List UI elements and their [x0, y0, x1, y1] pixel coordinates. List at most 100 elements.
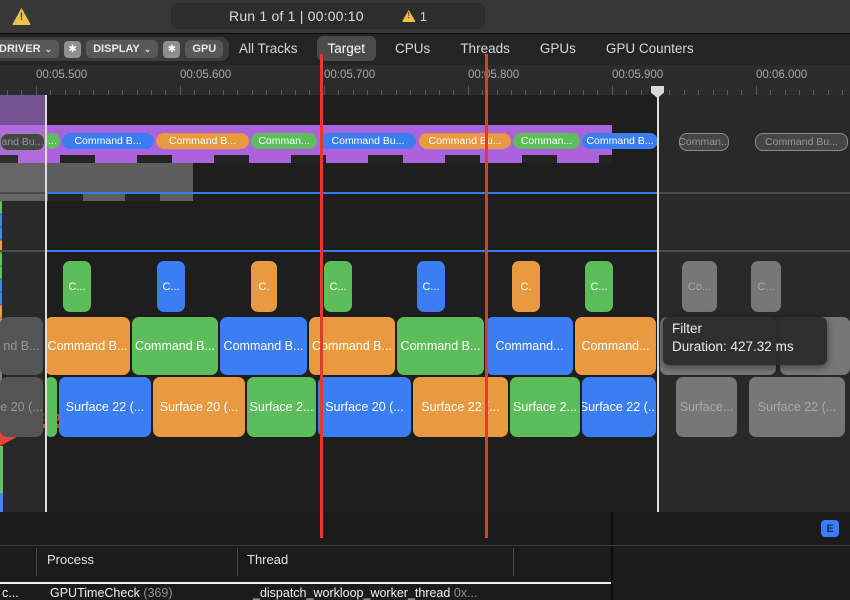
- thread-column-header[interactable]: Thread: [247, 552, 288, 567]
- display-dropdown[interactable]: DISPLAY ⌄: [86, 40, 158, 58]
- tab-all-tracks[interactable]: All Tracks: [228, 36, 309, 61]
- encoder-block[interactable]: Co...: [682, 261, 717, 312]
- run-warning-group[interactable]: ! 1: [402, 9, 427, 24]
- filter-tooltip: FilterDuration: 427.32 ms: [663, 317, 827, 365]
- process-column-header[interactable]: Process: [47, 552, 94, 567]
- warning-count: 1: [420, 9, 427, 24]
- warning-exclamation: !: [402, 11, 416, 20]
- ruler-tick: [612, 86, 613, 95]
- row-prefix: c...: [2, 586, 19, 600]
- command-buffer-block[interactable]: Command B...: [132, 317, 218, 375]
- gpu-label: GPU: [192, 43, 216, 55]
- command-buffer-block[interactable]: Command...: [575, 317, 656, 375]
- track-scope-tabs: All TracksTargetCPUsThreadsGPUsGPU Count…: [228, 36, 705, 61]
- encoder-block[interactable]: C...: [417, 261, 445, 312]
- command-buffer-pill[interactable]: and Bu...: [0, 133, 45, 151]
- vsync-line: [45, 192, 657, 194]
- vsync-line: [45, 250, 657, 252]
- driver-dropdown[interactable]: DRIVER ⌄: [0, 40, 59, 58]
- surface-block[interactable]: Surface 2...: [247, 377, 316, 437]
- surface-block[interactable]: Surface 2...: [510, 377, 580, 437]
- display-label: DISPLAY: [93, 43, 140, 55]
- selection-start-line[interactable]: [45, 95, 47, 512]
- ruler-tick: [468, 86, 469, 95]
- command-buffer-pill[interactable]: Command Bu...: [755, 133, 848, 151]
- command-buffer-block[interactable]: Command B...: [397, 317, 484, 375]
- dimmed-region-left: [0, 95, 45, 512]
- ruler-label: 00:05.500: [36, 69, 87, 81]
- surface-block[interactable]: Surface 22 (...: [749, 377, 845, 437]
- tab-gpus[interactable]: GPUs: [529, 36, 587, 61]
- annotation-line-right: [485, 54, 488, 538]
- warning-exclamation: !: [12, 11, 31, 23]
- column-divider[interactable]: [36, 548, 37, 576]
- command-buffer-block[interactable]: Command B...: [45, 317, 130, 375]
- command-buffer-pill[interactable]: Command B...: [582, 133, 658, 149]
- encoder-block[interactable]: C...: [324, 261, 352, 312]
- thread-cell: _dispatch_workloop_worker_thread 0x...: [253, 586, 477, 600]
- asterisk-icon: ✱: [68, 44, 76, 55]
- gpu-activity-notches: [0, 155, 612, 163]
- process-cell: GPUTimeCheck (369): [50, 586, 173, 600]
- display-options-button[interactable]: ✱: [163, 41, 180, 58]
- tab-gpu-counters[interactable]: GPU Counters: [595, 36, 705, 61]
- ruler-tick: [756, 86, 757, 95]
- surface-block[interactable]: Surface 20 (...: [318, 377, 411, 437]
- run-label: Run 1 of 1 | 00:00:10: [229, 8, 364, 24]
- surface-block[interactable]: Surface 22 (...: [413, 377, 508, 437]
- encoder-block[interactable]: C...: [751, 261, 781, 312]
- driver-options-button[interactable]: ✱: [64, 41, 81, 58]
- ruler-label: 00:05.600: [180, 69, 231, 81]
- tab-target[interactable]: Target: [317, 36, 377, 61]
- run-status-pill[interactable]: Run 1 of 1 | 00:00:10 ! 1: [171, 3, 485, 29]
- chevron-down-icon: ⌄: [144, 44, 152, 55]
- row-separator: [0, 582, 611, 584]
- command-buffer-block[interactable]: Command...: [486, 317, 573, 375]
- annotation-line-left: [320, 54, 323, 538]
- timeline-ruler[interactable]: 00:05.50000:05.60000:05.70000:05.80000:0…: [0, 65, 850, 96]
- encoder-block[interactable]: C...: [157, 261, 185, 312]
- column-divider[interactable]: [237, 548, 238, 576]
- command-buffer-pill[interactable]: Command B...: [62, 133, 154, 149]
- column-divider[interactable]: [513, 548, 514, 576]
- command-buffer-pill[interactable]: Command Bu...: [320, 133, 416, 149]
- header-separator: [0, 545, 850, 546]
- command-buffer-pill[interactable]: ...: [45, 133, 60, 149]
- command-buffer-pill[interactable]: Command B...: [156, 133, 249, 149]
- playhead-line[interactable]: [657, 95, 659, 512]
- surface-block[interactable]: [45, 377, 57, 437]
- gpu-button[interactable]: GPU: [185, 40, 223, 58]
- table-row[interactable]: c... GPUTimeCheck (369) _dispatch_worklo…: [0, 586, 611, 600]
- encoder-block[interactable]: C...: [63, 261, 91, 312]
- warning-icon[interactable]: !: [12, 8, 31, 25]
- asterisk-icon: ✱: [168, 44, 176, 55]
- detail-panel: Process Thread c... GPUTimeCheck (369) _…: [0, 512, 850, 600]
- e-badge[interactable]: E: [821, 520, 839, 537]
- instruments-window: ! Run 1 of 1 | 00:00:10 ! 1 DRIVER ⌄ ✱: [0, 0, 850, 600]
- encoder-block[interactable]: C...: [585, 261, 613, 312]
- command-buffer-pill[interactable]: Command Bu...: [419, 133, 511, 149]
- ruler-tick: [36, 86, 37, 95]
- surface-block[interactable]: e 20 (...: [0, 377, 43, 437]
- chevron-down-icon: ⌄: [45, 44, 53, 55]
- ruler-tick: [324, 86, 325, 95]
- ruler-label: 00:06.000: [756, 69, 807, 81]
- surface-block[interactable]: Surface 22 (...: [59, 377, 151, 437]
- timeline-tracks: and Bu......Command B...Command B...Comm…: [0, 95, 850, 512]
- surface-block[interactable]: Surface 20 (...: [153, 377, 245, 437]
- encoder-block[interactable]: C.: [251, 261, 277, 312]
- tooltip-duration: Duration: 427.32 ms: [672, 338, 818, 356]
- surface-block[interactable]: Surface 22 (...: [582, 377, 656, 437]
- driver-label: DRIVER: [0, 43, 41, 55]
- command-buffer-pill[interactable]: Comman...: [679, 133, 729, 151]
- surface-block[interactable]: Surface...: [676, 377, 737, 437]
- instrument-button-group: DRIVER ⌄ ✱ DISPLAY ⌄ ✱ GPU: [0, 37, 229, 61]
- command-buffer-block[interactable]: Command B...: [220, 317, 307, 375]
- command-buffer-pill[interactable]: Comman...: [251, 133, 317, 149]
- command-buffer-pill[interactable]: Comman...: [513, 133, 580, 149]
- tab-cpus[interactable]: CPUs: [384, 36, 441, 61]
- process-pid: (369): [143, 586, 172, 600]
- ruler-label: 00:05.700: [324, 69, 375, 81]
- command-buffer-block[interactable]: nd B...: [0, 317, 43, 375]
- encoder-block[interactable]: C.: [512, 261, 540, 312]
